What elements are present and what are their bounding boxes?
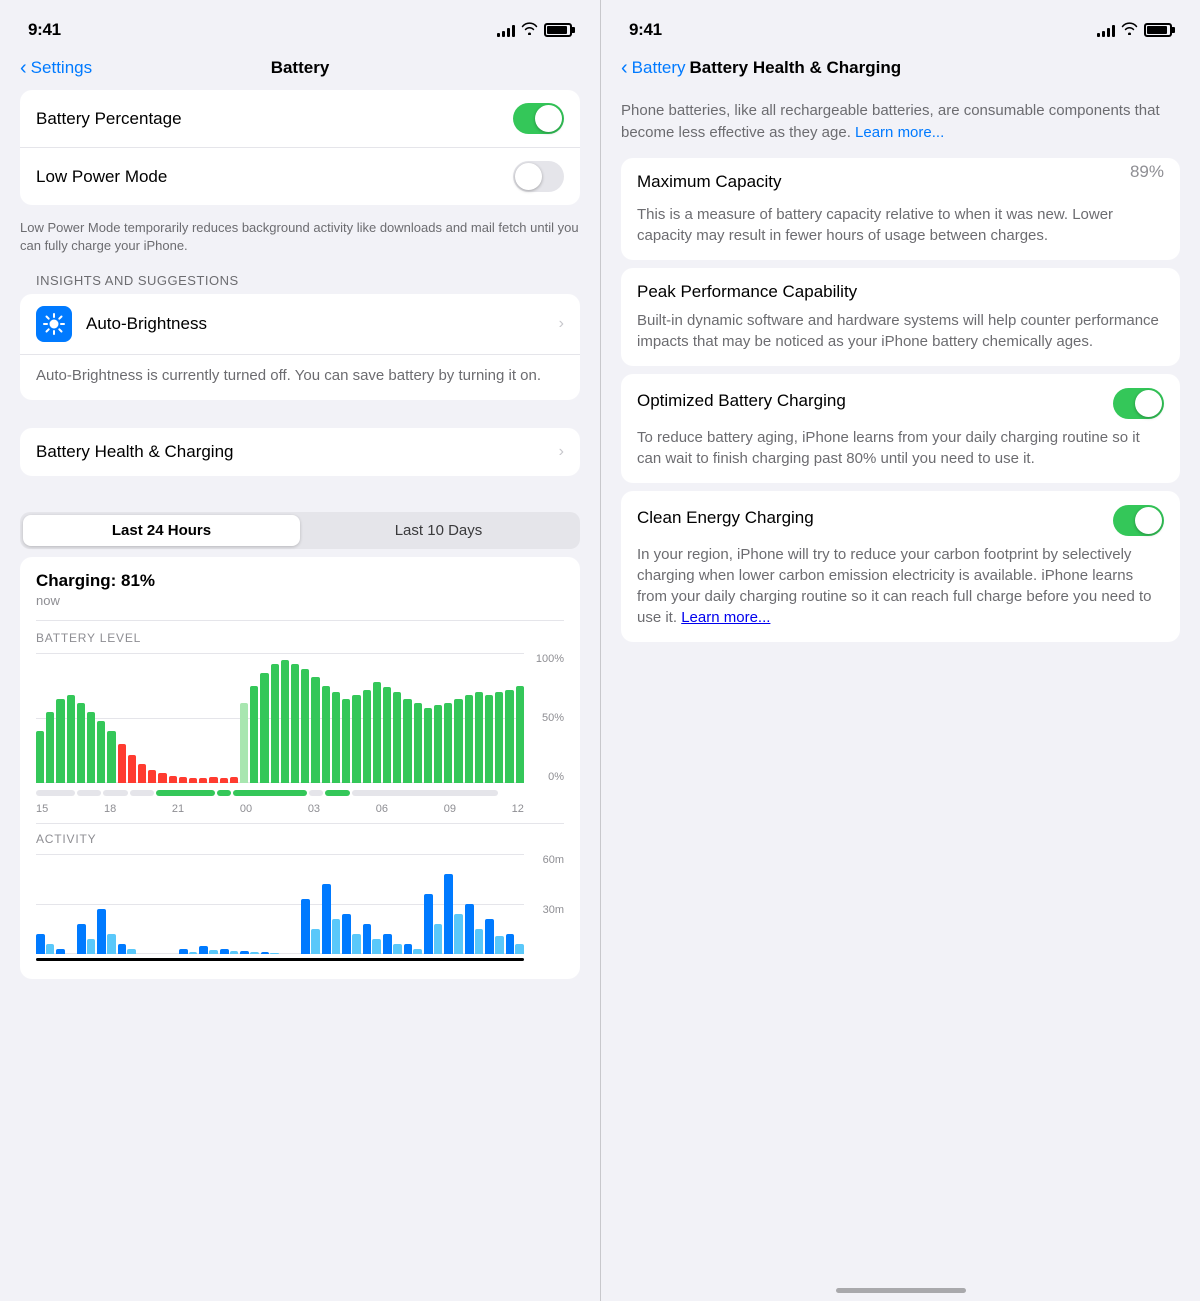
optimized-charging-toggle[interactable]	[1113, 388, 1164, 419]
battery-health-row[interactable]: Battery Health & Charging ›	[20, 428, 580, 476]
right-panel: 9:41 ‹ Battery B	[600, 0, 1200, 1301]
peak-performance-desc: Built-in dynamic software and hardware s…	[637, 310, 1164, 352]
toggles-card: Battery Percentage Low Power Mode	[20, 90, 580, 205]
status-icons-right	[1097, 22, 1172, 38]
optimized-charging-card: Optimized Battery Charging To reduce bat…	[621, 374, 1180, 483]
toggles-section: Battery Percentage Low Power Mode	[20, 90, 580, 205]
battery-percentage-toggle[interactable]	[513, 103, 564, 134]
now-text: now	[36, 593, 564, 608]
activity-y-labels: 60m 30m	[528, 854, 564, 954]
low-power-mode-label: Low Power Mode	[36, 167, 167, 187]
status-bar-right: 9:41	[601, 0, 1200, 54]
status-icons-left	[497, 22, 572, 38]
learn-more-link-intro[interactable]: Learn more...	[855, 124, 944, 141]
max-capacity-row: Maximum Capacity 89%	[637, 172, 1164, 196]
battery-icon	[544, 23, 572, 37]
chart-section: Last 24 Hours Last 10 Days Charging: 81%…	[20, 512, 580, 979]
battery-health-card[interactable]: Battery Health & Charging ›	[20, 428, 580, 476]
activity-bars	[36, 854, 524, 954]
max-capacity-card: Maximum Capacity 89% This is a measure o…	[621, 158, 1180, 260]
activity-chart: 60m 30m	[36, 854, 564, 954]
page-title-battery: Battery	[271, 58, 330, 78]
battery-health-section: Battery Health & Charging ›	[20, 428, 580, 476]
wifi-icon-right	[1121, 22, 1138, 38]
page-title-health: Battery Health & Charging	[690, 58, 902, 78]
back-label-settings: Settings	[31, 58, 92, 78]
intro-text: Phone batteries, like all rechargeable b…	[601, 90, 1200, 158]
optimized-charging-row[interactable]: Optimized Battery Charging	[637, 388, 1164, 419]
auto-brightness-chevron: ›	[559, 315, 564, 333]
insights-section: Auto-Brightness › Auto-Brightness is cur…	[20, 294, 580, 400]
auto-brightness-row[interactable]: Auto-Brightness ›	[20, 294, 580, 355]
nav-bar-left: ‹ Settings Battery	[0, 54, 600, 90]
low-power-mode-row[interactable]: Low Power Mode	[20, 148, 580, 205]
auto-brightness-desc: Auto-Brightness is currently turned off.…	[20, 355, 580, 400]
wifi-icon	[521, 22, 538, 38]
charging-indicators	[36, 787, 564, 799]
peak-performance-label: Peak Performance Capability	[637, 282, 1164, 302]
tab-10d[interactable]: Last 10 Days	[300, 515, 577, 546]
charging-text: Charging: 81%	[36, 571, 564, 591]
clean-energy-card: Clean Energy Charging In your region, iP…	[621, 491, 1180, 642]
learn-more-link-clean[interactable]: Learn more...	[681, 609, 770, 626]
signal-icon-right	[1097, 23, 1115, 37]
signal-icon	[497, 23, 515, 37]
clean-energy-row[interactable]: Clean Energy Charging	[637, 505, 1164, 536]
battery-icon-right	[1144, 23, 1172, 37]
nav-bar-right: ‹ Battery Battery Health & Charging	[601, 54, 1200, 90]
time-left: 9:41	[28, 20, 61, 40]
tab-24h[interactable]: Last 24 Hours	[23, 515, 300, 546]
insights-label: INSIGHTS AND SUGGESTIONS	[0, 265, 600, 294]
battery-health-label: Battery Health & Charging	[36, 442, 234, 462]
clean-energy-label: Clean Energy Charging	[637, 508, 814, 528]
max-capacity-label: Maximum Capacity	[637, 172, 782, 192]
peak-performance-card: Peak Performance Capability Built-in dyn…	[621, 268, 1180, 366]
status-bar-left: 9:41	[0, 0, 600, 54]
optimized-charging-desc: To reduce battery aging, iPhone learns f…	[637, 427, 1164, 469]
battery-health-chevron: ›	[559, 443, 564, 461]
clean-energy-desc: In your region, iPhone will try to reduc…	[637, 544, 1164, 628]
chevron-left-icon-right: ‹	[621, 58, 628, 78]
battery-percentage-row[interactable]: Battery Percentage	[20, 90, 580, 148]
battery-level-label: BATTERY LEVEL	[36, 631, 564, 645]
chart-x-labels: 15 18 21 00 03 06 09 12	[36, 803, 564, 815]
auto-brightness-icon	[36, 306, 72, 342]
activity-label: ACTIVITY	[36, 832, 564, 846]
battery-bars	[36, 653, 524, 783]
insights-card: Auto-Brightness › Auto-Brightness is cur…	[20, 294, 580, 400]
chart-card: Charging: 81% now BATTERY LEVEL 100% 50%…	[20, 557, 580, 979]
auto-brightness-label: Auto-Brightness	[86, 314, 545, 334]
low-power-desc: Low Power Mode temporarily reduces backg…	[0, 213, 600, 265]
tab-selector[interactable]: Last 24 Hours Last 10 Days	[20, 512, 580, 549]
battery-percentage-label: Battery Percentage	[36, 109, 182, 129]
max-capacity-value: 89%	[1130, 162, 1164, 182]
back-button-settings[interactable]: ‹ Settings	[20, 58, 92, 78]
screen-on-indicator	[36, 958, 524, 961]
back-button-battery[interactable]: ‹ Battery	[621, 58, 686, 78]
chevron-left-icon: ‹	[20, 58, 27, 78]
battery-level-chart: 100% 50% 0%	[36, 653, 564, 783]
time-right: 9:41	[629, 20, 662, 40]
optimized-charging-label: Optimized Battery Charging	[637, 391, 846, 411]
chart-y-labels: 100% 50% 0%	[528, 653, 564, 783]
left-panel: 9:41 ‹ Settings	[0, 0, 600, 1301]
low-power-mode-toggle[interactable]	[513, 161, 564, 192]
max-capacity-desc: This is a measure of battery capacity re…	[637, 204, 1164, 246]
clean-energy-toggle[interactable]	[1113, 505, 1164, 536]
back-label-battery: Battery	[632, 58, 686, 78]
home-indicator	[836, 1288, 966, 1293]
